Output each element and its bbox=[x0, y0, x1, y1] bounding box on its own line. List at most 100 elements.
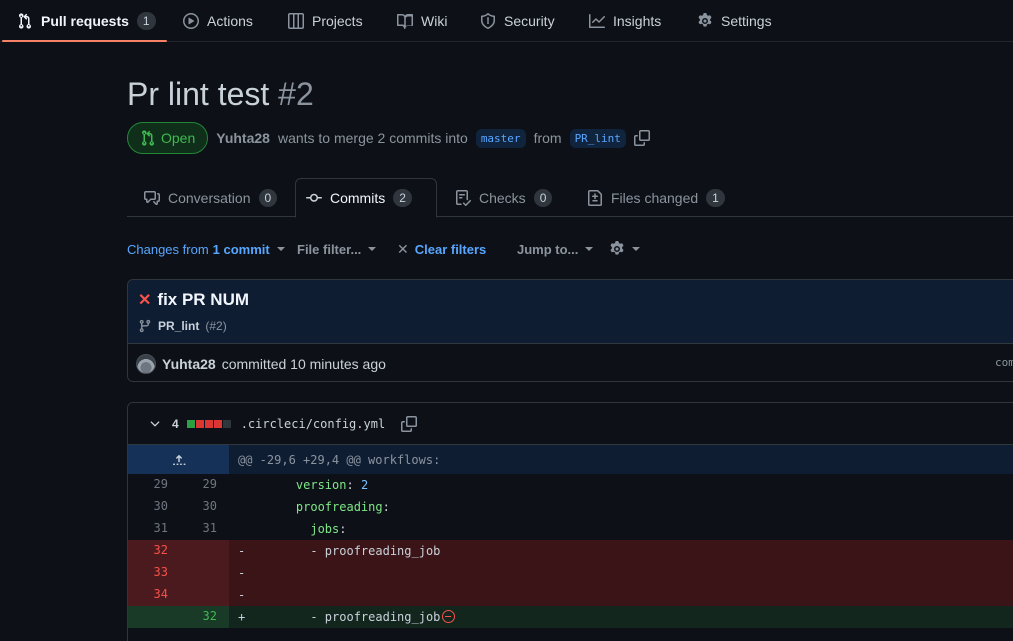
diffstat-deleted bbox=[195, 419, 204, 428]
diff-line-deleted: 34 - bbox=[128, 584, 1013, 606]
tab-label: Commits bbox=[330, 190, 386, 206]
code-content: - proofreading_job bbox=[267, 610, 441, 624]
active-tab-underline bbox=[2, 40, 167, 42]
new-line-number[interactable]: 31 bbox=[177, 521, 217, 535]
nav-wiki[interactable]: Wiki bbox=[397, 0, 447, 42]
file-filter-label: File filter... bbox=[297, 241, 362, 257]
nav-projects[interactable]: Projects bbox=[288, 0, 363, 42]
nav-label: Security bbox=[504, 13, 555, 29]
caret-down-icon bbox=[368, 247, 377, 251]
commit-message-link[interactable]: fix PR NUM bbox=[157, 290, 249, 310]
pr-tabs: Conversation 0 Commits 2 Checks 0 Files … bbox=[127, 178, 1013, 218]
code-text: - proofreading_job bbox=[267, 610, 456, 624]
graph-icon bbox=[589, 13, 605, 29]
diff-line: 30 30 proofreading: bbox=[128, 496, 1013, 518]
diff-line: 31 31 jobs: bbox=[128, 518, 1013, 540]
new-line-number[interactable]: 30 bbox=[177, 499, 217, 513]
chevron-down-icon[interactable] bbox=[148, 417, 162, 431]
diff-sign: + bbox=[238, 610, 246, 624]
changes-from-dropdown[interactable]: Changes from 1 commit bbox=[127, 238, 285, 260]
close-icon: ✕ bbox=[397, 240, 409, 257]
code-text: proofreading: bbox=[267, 500, 390, 514]
nav-label: Projects bbox=[312, 13, 363, 29]
comment-icon bbox=[144, 190, 160, 206]
new-line-number[interactable]: 32 bbox=[177, 609, 217, 623]
page-title: Pr lint test #2 bbox=[127, 76, 314, 113]
file-diff-icon bbox=[587, 189, 603, 206]
copy-icon[interactable] bbox=[401, 415, 418, 432]
base-branch[interactable]: master bbox=[475, 128, 526, 148]
code-text: jobs: bbox=[267, 522, 346, 536]
pr-title-text: Pr lint test bbox=[127, 76, 270, 112]
diff-sign: - bbox=[238, 588, 246, 602]
file-filter-dropdown[interactable]: File filter... bbox=[297, 238, 377, 260]
nav-insights[interactable]: Insights bbox=[589, 0, 661, 42]
commit-icon bbox=[306, 190, 322, 206]
old-line-number[interactable]: 30 bbox=[128, 499, 168, 513]
copy-icon[interactable] bbox=[633, 130, 650, 146]
old-line-number[interactable]: 29 bbox=[128, 477, 168, 491]
diffstat bbox=[186, 419, 231, 428]
pr-author-link[interactable]: Yuhta28 bbox=[216, 130, 270, 146]
pr-count-badge: 1 bbox=[136, 12, 156, 30]
commit-author[interactable]: Yuhta28 bbox=[162, 356, 216, 372]
old-line-number[interactable]: 33 bbox=[128, 565, 168, 579]
diff-line-added: 32 + - proofreading_job bbox=[128, 606, 1013, 628]
tab-commits[interactable]: Commits 2 bbox=[295, 178, 437, 218]
tab-count: 1 bbox=[706, 188, 725, 207]
x-icon[interactable]: ✕ bbox=[138, 290, 151, 310]
diff-line: 29 29 version: 2 bbox=[128, 474, 1013, 496]
git-pull-request-icon bbox=[140, 130, 156, 146]
tab-files-changed[interactable]: Files changed 1 bbox=[577, 178, 735, 217]
head-branch[interactable]: PR_lint bbox=[569, 128, 626, 148]
avatar[interactable] bbox=[136, 353, 156, 374]
commit-time: committed 10 minutes ago bbox=[221, 355, 386, 372]
file-header: 4 .circleci/config.yml bbox=[128, 403, 1013, 445]
file-name[interactable]: .circleci/config.yml bbox=[241, 417, 386, 431]
no-newline-icon bbox=[442, 610, 456, 623]
from-text: from bbox=[533, 130, 562, 146]
diff-sign: - bbox=[238, 544, 246, 558]
gear-icon bbox=[697, 13, 713, 29]
commit-meta: Yuhta28 committed 10 minutes ago com bbox=[128, 344, 1013, 381]
nav-label: Settings bbox=[721, 13, 772, 29]
nav-label: Insights bbox=[613, 13, 662, 29]
commit-pr-ref[interactable]: (#2) bbox=[205, 319, 226, 333]
diff-line-deleted: 33 - bbox=[128, 562, 1013, 584]
commit-branch-name[interactable]: PR_lint bbox=[158, 319, 199, 333]
tab-checks[interactable]: Checks 0 bbox=[445, 178, 562, 217]
clear-filters-button[interactable]: ✕ Clear filters bbox=[397, 238, 486, 260]
nav-security[interactable]: Security bbox=[480, 0, 555, 42]
tab-conversation[interactable]: Conversation 0 bbox=[134, 178, 287, 217]
commit-header: ✕ fix PR NUM PR_lint (#2) bbox=[128, 280, 1013, 344]
clear-filters-label: Clear filters bbox=[414, 241, 487, 257]
nav-settings[interactable]: Settings bbox=[697, 0, 772, 42]
tab-count: 0 bbox=[533, 188, 553, 207]
gear-icon bbox=[609, 241, 625, 257]
old-line-number[interactable]: 34 bbox=[128, 587, 168, 601]
nav-pull-requests[interactable]: Pull requests 1 bbox=[17, 0, 156, 42]
nav-label: Wiki bbox=[421, 13, 448, 29]
nav-actions[interactable]: Actions bbox=[183, 0, 253, 42]
fold-up-icon bbox=[171, 452, 187, 468]
diff-line-deleted: 32 - - proofreading_job bbox=[128, 540, 1013, 562]
commit-sha[interactable]: com bbox=[995, 356, 1013, 369]
yaml-value: 2 bbox=[360, 478, 369, 492]
commit-box: ✕ fix PR NUM PR_lint (#2) Yuhta28 commit… bbox=[127, 279, 1013, 382]
expand-up-button[interactable] bbox=[128, 445, 229, 474]
old-line-number[interactable]: 31 bbox=[128, 521, 168, 535]
tab-label: Checks bbox=[479, 189, 526, 206]
old-line-number[interactable]: 32 bbox=[128, 543, 168, 557]
checklist-icon bbox=[455, 189, 471, 206]
table-icon bbox=[288, 13, 304, 29]
status-badge: Open bbox=[127, 122, 209, 154]
jump-to-dropdown[interactable]: Jump to... bbox=[517, 238, 594, 260]
code-text: version: 2 bbox=[267, 478, 368, 492]
diff-settings-button[interactable] bbox=[609, 238, 640, 260]
new-line-number[interactable]: 29 bbox=[177, 477, 217, 491]
pr-number: #2 bbox=[278, 76, 314, 112]
code-text: - proofreading_job bbox=[267, 544, 441, 558]
yaml-key: version bbox=[295, 478, 347, 492]
